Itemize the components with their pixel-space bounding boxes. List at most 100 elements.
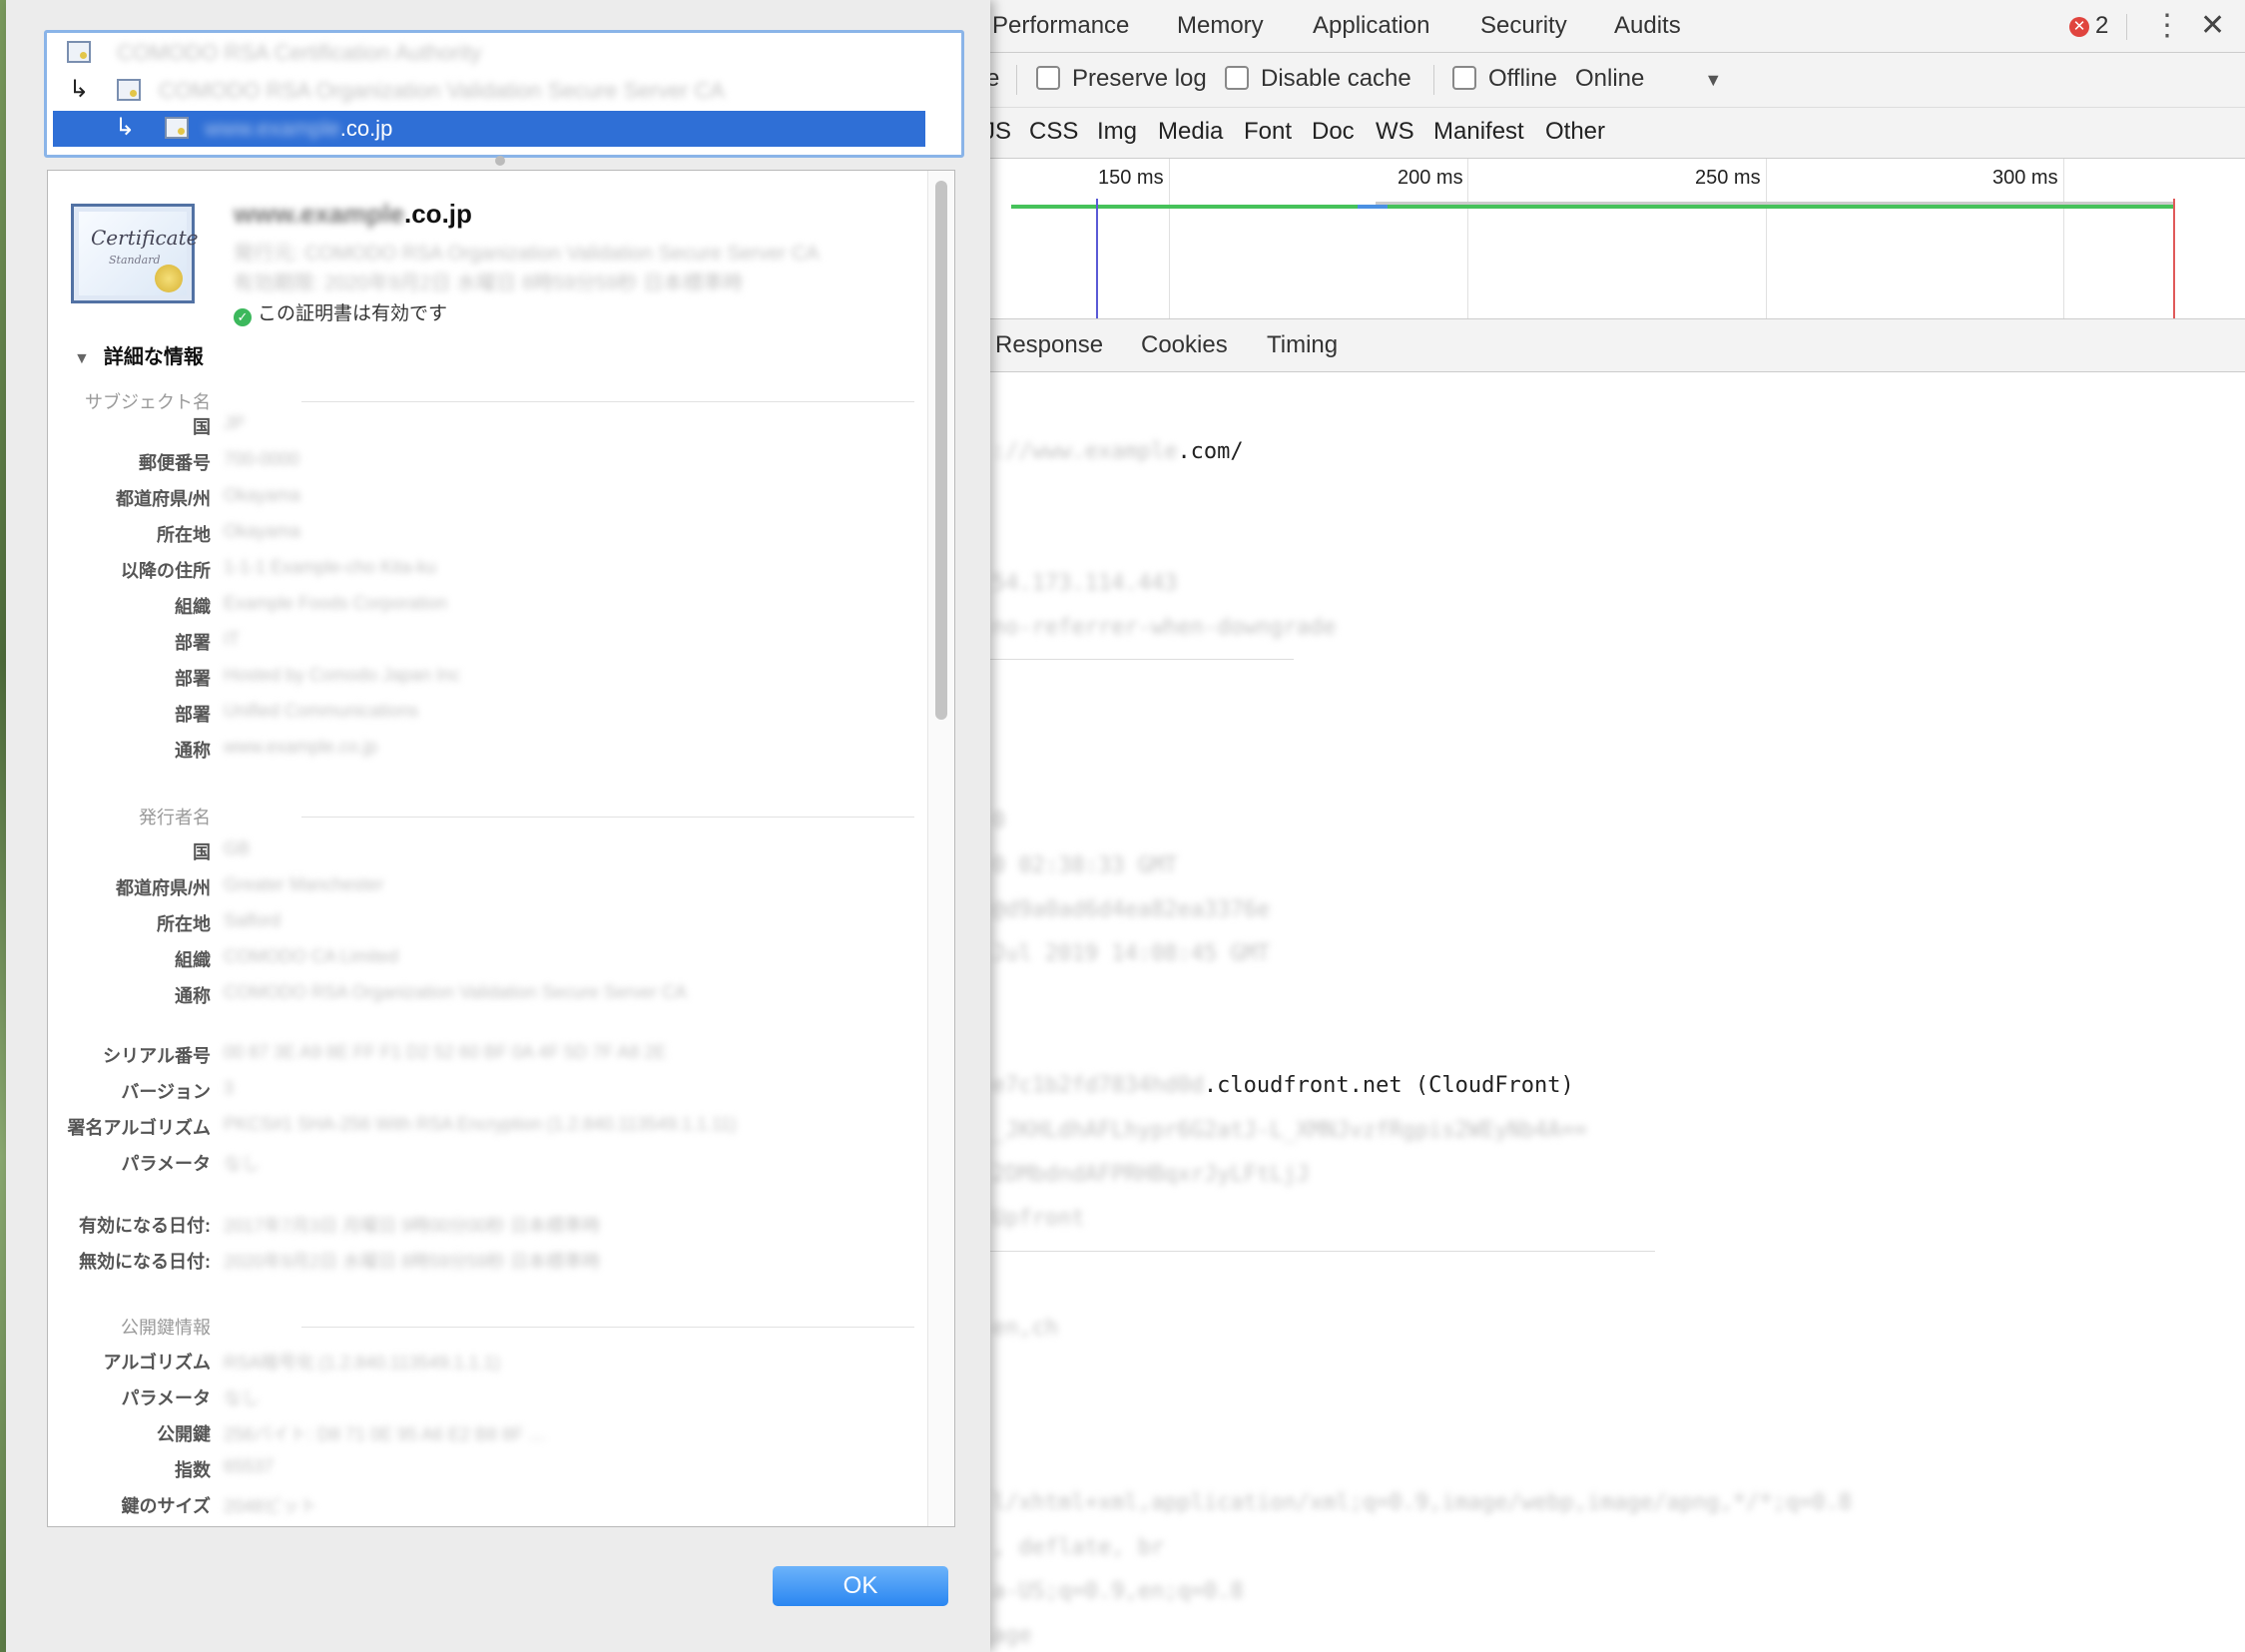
timeline-gridline [1766, 159, 1767, 318]
field-value: PKCS#1 SHA-256 With RSA Encryption (1.2.… [224, 1114, 737, 1134]
field-label: 公開鍵 [157, 1424, 211, 1444]
header-line: 2DMbdndAFPRHBqxrJyLFtLjJ [992, 1162, 1310, 1187]
section-divider [990, 659, 1294, 660]
tab-memory[interactable]: Memory [1177, 12, 1264, 40]
ok-button[interactable]: OK [773, 1566, 948, 1606]
disable-cache-label: Disable cache [1261, 65, 1411, 92]
field-value: JP [224, 413, 246, 433]
header-line: @d9a0ad6d4ea82ea3376e [992, 897, 1271, 922]
field-value: Okayama [224, 485, 301, 505]
field-value: Unified Communications [224, 701, 419, 721]
field-label: 有効になる日付: [79, 1216, 211, 1236]
field-value: IT [224, 629, 240, 649]
filter-manifest[interactable]: Manifest [1433, 118, 1524, 146]
field-label: 指数 [175, 1460, 211, 1480]
field-label: パラメータ [121, 1388, 211, 1408]
domcontentloaded-marker [1096, 199, 1098, 318]
scrollbar[interactable] [927, 171, 954, 1526]
timeline-tick-label: 250 ms [1695, 167, 1761, 189]
filter-ws[interactable]: WS [1376, 118, 1414, 146]
field-label: 国 [193, 842, 211, 862]
tab-timing[interactable]: Timing [1267, 331, 1338, 359]
preserve-log-checkbox[interactable]: Preserve log [1036, 65, 1207, 93]
field-label: 部署 [175, 705, 211, 725]
field-label: 都道府県/州 [115, 489, 211, 509]
field-value: 2017年7月3日 月曜日 9時00分00秒 日本標準時 [224, 1216, 601, 1236]
field-value: 700-0000 [224, 449, 300, 469]
via-header-line: e7c1b2fd7834hd0d.cloudfront.net (CloudFr… [992, 1073, 1574, 1098]
section-title: 公開鍵情報 [121, 1318, 211, 1338]
field-value: 3 [224, 1078, 235, 1098]
field-value: Greater Manchester [224, 874, 384, 894]
scrollbar-thumb[interactable] [935, 181, 947, 720]
field-value: 2048ビット [224, 1496, 318, 1516]
via-suffix: .cloudfront.net (CloudFront) [1203, 1073, 1574, 1098]
redacted-text: www.example [234, 199, 404, 229]
filter-other[interactable]: Other [1545, 118, 1605, 146]
disclosure-triangle-icon: ▼ [74, 350, 90, 367]
header-line: 0 [992, 809, 1006, 833]
check-icon: ✓ [234, 308, 252, 326]
filter-font[interactable]: Font [1244, 118, 1292, 146]
certificate-paper: Certificate Standard [79, 212, 198, 295]
throttling-select[interactable]: Online ▼ [1575, 65, 1722, 93]
certificate-icon [165, 117, 189, 139]
chain-item-root[interactable]: COMODO RSA Certification Authority [47, 35, 961, 71]
header-line: 0 02:38:33 GMT [992, 853, 1178, 878]
field-label: 通称 [175, 741, 211, 761]
error-count: 2 [2095, 12, 2109, 39]
chain-item-label: www.example.co.jp [205, 116, 392, 142]
tab-audits[interactable]: Audits [1614, 12, 1681, 40]
disable-cache-checkbox[interactable]: Disable cache [1225, 65, 1411, 93]
header-line: , deflate, br [992, 1535, 1165, 1560]
filter-img[interactable]: Img [1097, 118, 1137, 146]
section-title: サブジェクト名 [85, 392, 211, 412]
redacted-text: www.example [205, 116, 340, 141]
more-options-icon[interactable]: ⋮ [2152, 8, 2182, 43]
certificate-icon [117, 79, 141, 101]
certificate-chain-list[interactable]: COMODO RSA Certification Authority ↳ COM… [44, 30, 964, 158]
timeline-gridline [2063, 159, 2064, 318]
tab-cookies[interactable]: Cookies [1141, 331, 1228, 359]
chain-item-leaf[interactable]: ↳ www.example.co.jp [53, 111, 925, 147]
field-value: COMODO RSA Organization Validation Secur… [224, 982, 687, 1002]
filter-media[interactable]: Media [1158, 118, 1223, 146]
dropdown-arrow-icon: ▼ [1704, 70, 1723, 90]
field-label: 国 [193, 417, 211, 437]
tab-performance[interactable]: Performance [992, 12, 1129, 40]
throttling-value: Online [1575, 65, 1645, 92]
header-line: _JKHLdhAFLhypr6G2atJ-L_XMNJvzfRgpis2WEyN… [992, 1118, 1588, 1143]
domain-suffix: .co.jp [404, 199, 472, 229]
certificate-details-pane[interactable]: Certificate Standard www.example.co.jp 発… [47, 170, 955, 1527]
tab-application[interactable]: Application [1313, 12, 1429, 40]
field-label: 鍵のサイズ [121, 1496, 211, 1516]
offline-checkbox[interactable]: Offline [1452, 65, 1557, 93]
field-label: 所在地 [157, 914, 211, 934]
field-label: 通称 [175, 986, 211, 1006]
timeline-tick-label: 150 ms [1098, 167, 1164, 189]
header-line: 54.173.114.443 [992, 571, 1178, 596]
close-devtools-icon[interactable]: ✕ [2200, 8, 2225, 43]
field-value: RSA暗号化 (1.2.840.113549.1.1.1) [224, 1353, 500, 1373]
request-url-line: ://www.example.com/ [992, 439, 1244, 464]
tab-security[interactable]: Security [1480, 12, 1567, 40]
tab-response[interactable]: Response [995, 331, 1103, 359]
pane-splitter-handle[interactable] [495, 156, 505, 166]
toolbar-divider [1016, 65, 1017, 95]
field-value: なし [224, 1388, 260, 1408]
certificate-expiry-summary: 有効期限: 2020年9月2日 水曜日 8時59分59秒 日本標準時 [234, 273, 744, 294]
chain-item-label: COMODO RSA Organization Validation Secur… [159, 78, 725, 103]
field-value: 2020年9月2日 水曜日 8時59分59秒 日本標準時 [224, 1252, 601, 1272]
field-value: 1-1-1 Example-cho Kita-ku [224, 557, 437, 577]
filter-css[interactable]: CSS [1029, 118, 1078, 146]
chain-item-intermediate[interactable]: ↳ COMODO RSA Organization Validation Sec… [47, 73, 961, 109]
redacted-text: e7c1b2fd7834hd0d [992, 1073, 1204, 1098]
error-counter[interactable]: ✕ 2 [2069, 12, 2108, 40]
filter-doc[interactable]: Doc [1312, 118, 1355, 146]
offline-label: Offline [1488, 65, 1557, 92]
field-value: GB [224, 838, 251, 858]
chain-item-label: COMODO RSA Certification Authority [117, 40, 482, 65]
field-value: 00 87 3E A9 8E FF F1 D2 52 60 BF 0A 4F 5… [224, 1042, 667, 1062]
section-title: 発行者名 [139, 808, 211, 827]
details-disclosure[interactable]: ▼ 詳細な情報 [74, 340, 204, 369]
